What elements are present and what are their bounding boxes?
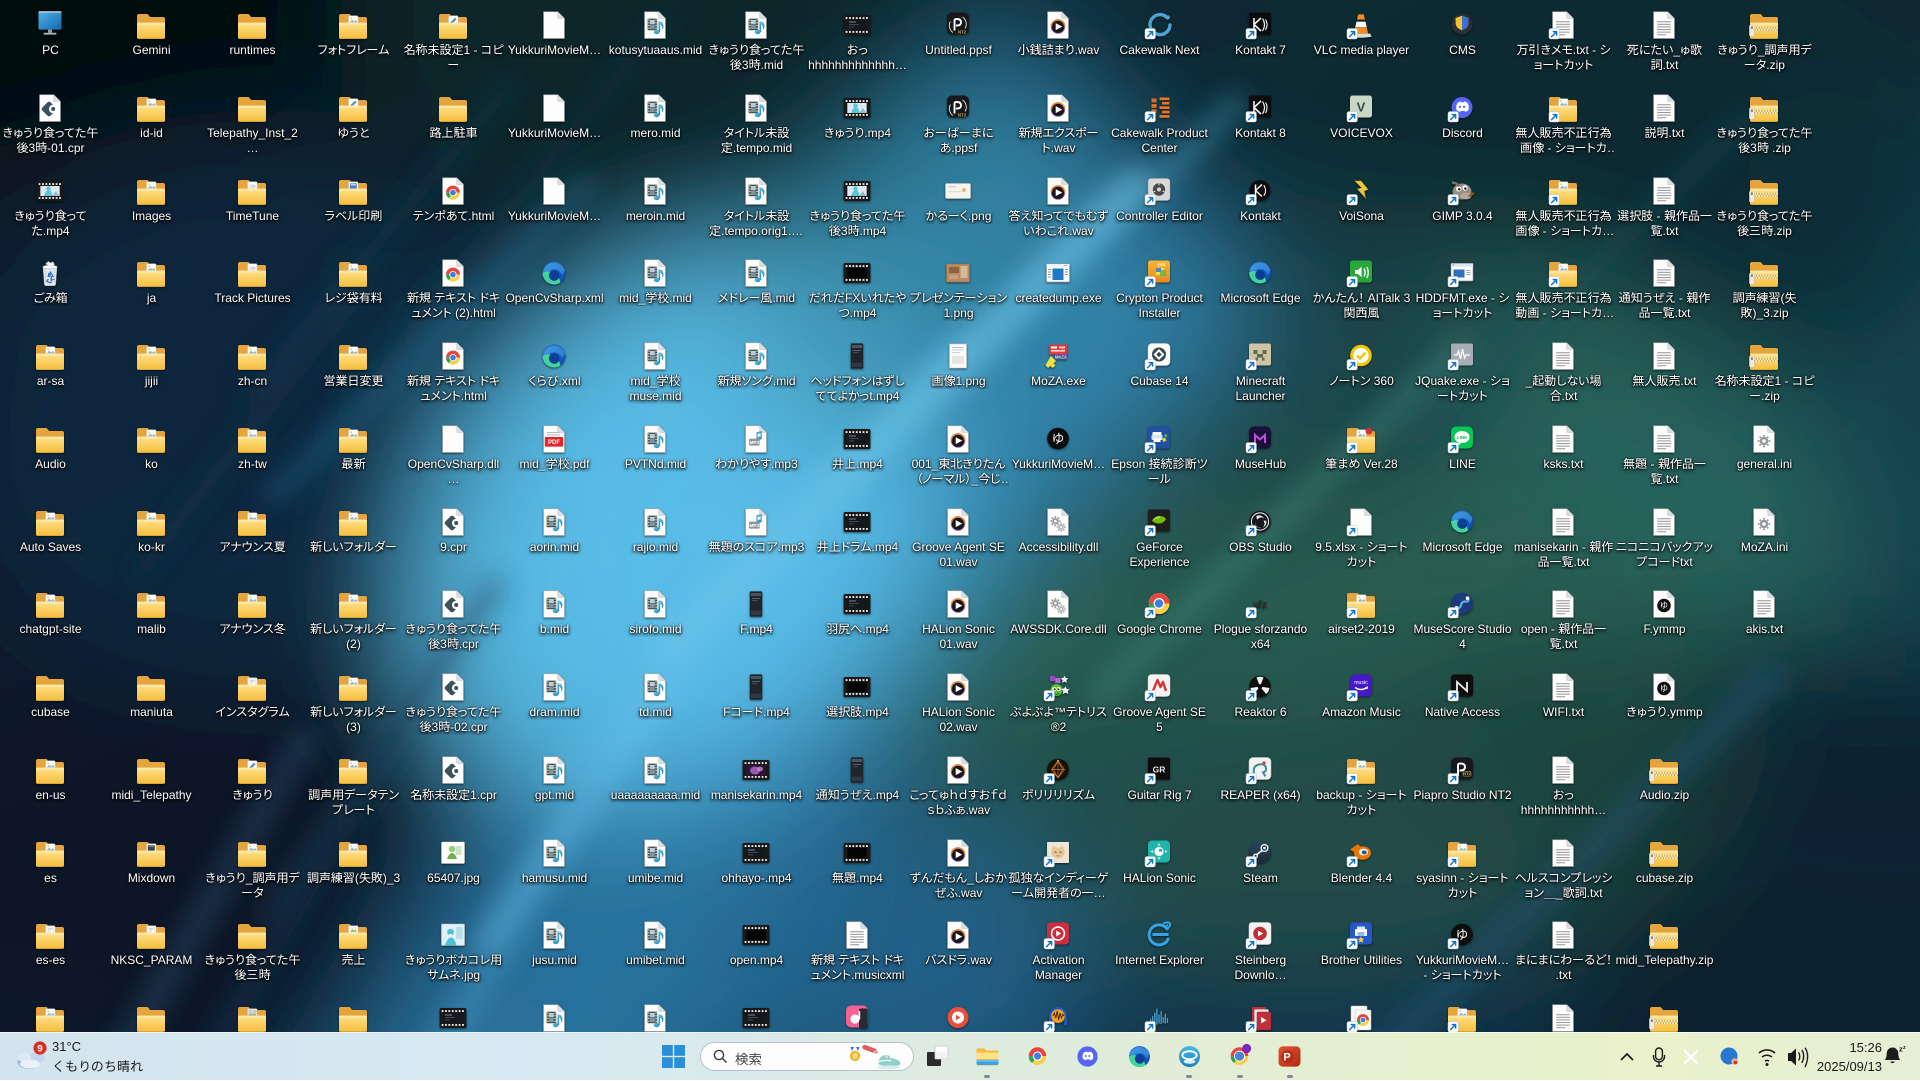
svg-text:9: 9 xyxy=(37,1043,42,1054)
svg-text:CPI: CPI xyxy=(1158,263,1166,268)
svg-text:ゆ: ゆ xyxy=(1052,432,1065,446)
svg-text:PDF: PDF xyxy=(548,440,560,446)
svg-text:MoZA: MoZA xyxy=(1055,355,1068,360)
svg-text:NT2: NT2 xyxy=(958,113,967,118)
svg-text:MP3: MP3 xyxy=(750,440,760,445)
svg-text:z: z xyxy=(1903,1045,1906,1051)
svg-text:ゆ: ゆ xyxy=(1660,601,1668,610)
svg-text:music: music xyxy=(1354,680,1368,686)
svg-text:GR: GR xyxy=(1153,765,1166,775)
svg-text:NT2: NT2 xyxy=(1463,771,1471,776)
svg-text:MP3: MP3 xyxy=(750,523,760,528)
svg-text:V: V xyxy=(1357,100,1366,115)
svg-text:LINE: LINE xyxy=(1457,435,1467,440)
svg-text:NT2: NT2 xyxy=(958,30,967,35)
svg-text:P: P xyxy=(1283,1052,1290,1064)
svg-text:ゆ: ゆ xyxy=(1660,684,1668,693)
